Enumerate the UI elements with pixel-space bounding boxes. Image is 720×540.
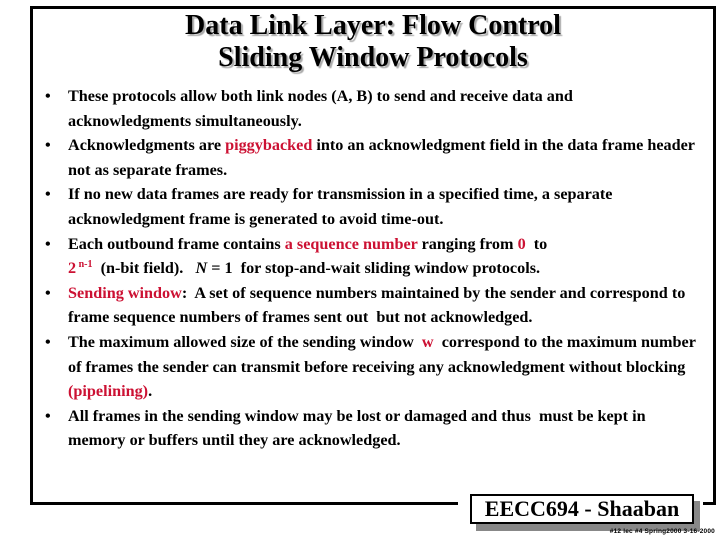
bullet-item: • The maximum allowed size of the sending… (40, 330, 700, 404)
highlighted-term: w (421, 332, 434, 351)
bullet-dot-icon: • (45, 283, 51, 302)
bullet-text: All frames in the sending window may be … (68, 406, 650, 450)
bullet-text: = 1 for stop-and-wait sliding window pro… (207, 259, 541, 278)
highlighted-term: piggybacked (225, 136, 313, 155)
highlighted-term: (pipelining) (68, 382, 149, 401)
bullet-dot-icon: • (45, 234, 51, 253)
bullet-list: • These protocols allow both link nodes (… (40, 84, 700, 453)
highlighted-term: a sequence number (284, 234, 418, 253)
title-line-1: Data Link Layer: Flow Control (185, 10, 561, 41)
bullet-text: ranging from (417, 234, 518, 253)
bullet-dot-icon: • (45, 185, 51, 204)
highlighted-term: 0 (517, 234, 526, 253)
bullet-dot-icon: • (45, 136, 51, 155)
slide-title: Data Link Layer: Flow Control Sliding Wi… (30, 10, 716, 74)
bullet-dot-icon: • (45, 406, 51, 425)
bullet-text: Each outbound frame contains (68, 234, 285, 253)
highlighted-term: Sending window (68, 283, 182, 302)
bullet-text: (n-bit field). (92, 259, 196, 278)
bullet-text: If no new data frames are ready for tran… (68, 185, 617, 228)
bullet-text: . (148, 382, 153, 401)
bullet-item: • Acknowledgments are piggybacked into an… (40, 133, 700, 182)
footer-note: #12 lec #4 Spring2000 3-16-2000 (609, 528, 715, 535)
bullet-text: The maximum allowed size of the sending … (68, 332, 422, 351)
bullet-dot-icon: • (45, 332, 51, 351)
bullet-text: Acknowledgments are (68, 136, 226, 155)
bullet-item: • Sending window: A set of sequence numbe… (40, 281, 700, 330)
highlighted-term: n-1 (76, 259, 93, 271)
highlighted-term: 2 (68, 259, 77, 278)
highlighted-term: N (195, 259, 208, 278)
bullet-item: • Each outbound frame contains a sequence… (40, 232, 700, 281)
title-line-2: Sliding Window Protocols (218, 42, 528, 73)
bullet-item: • These protocols allow both link nodes (… (40, 84, 700, 133)
bullet-item: • If no new data frames are ready for tra… (40, 182, 700, 231)
bullet-text: to (525, 234, 552, 253)
bullet-text: These protocols allow both link nodes (A… (68, 87, 577, 130)
bullet-item: • All frames in the sending window may be… (40, 404, 700, 453)
bullet-dot-icon: • (45, 87, 51, 105)
course-badge: EECC694 - Shaaban (470, 494, 694, 524)
